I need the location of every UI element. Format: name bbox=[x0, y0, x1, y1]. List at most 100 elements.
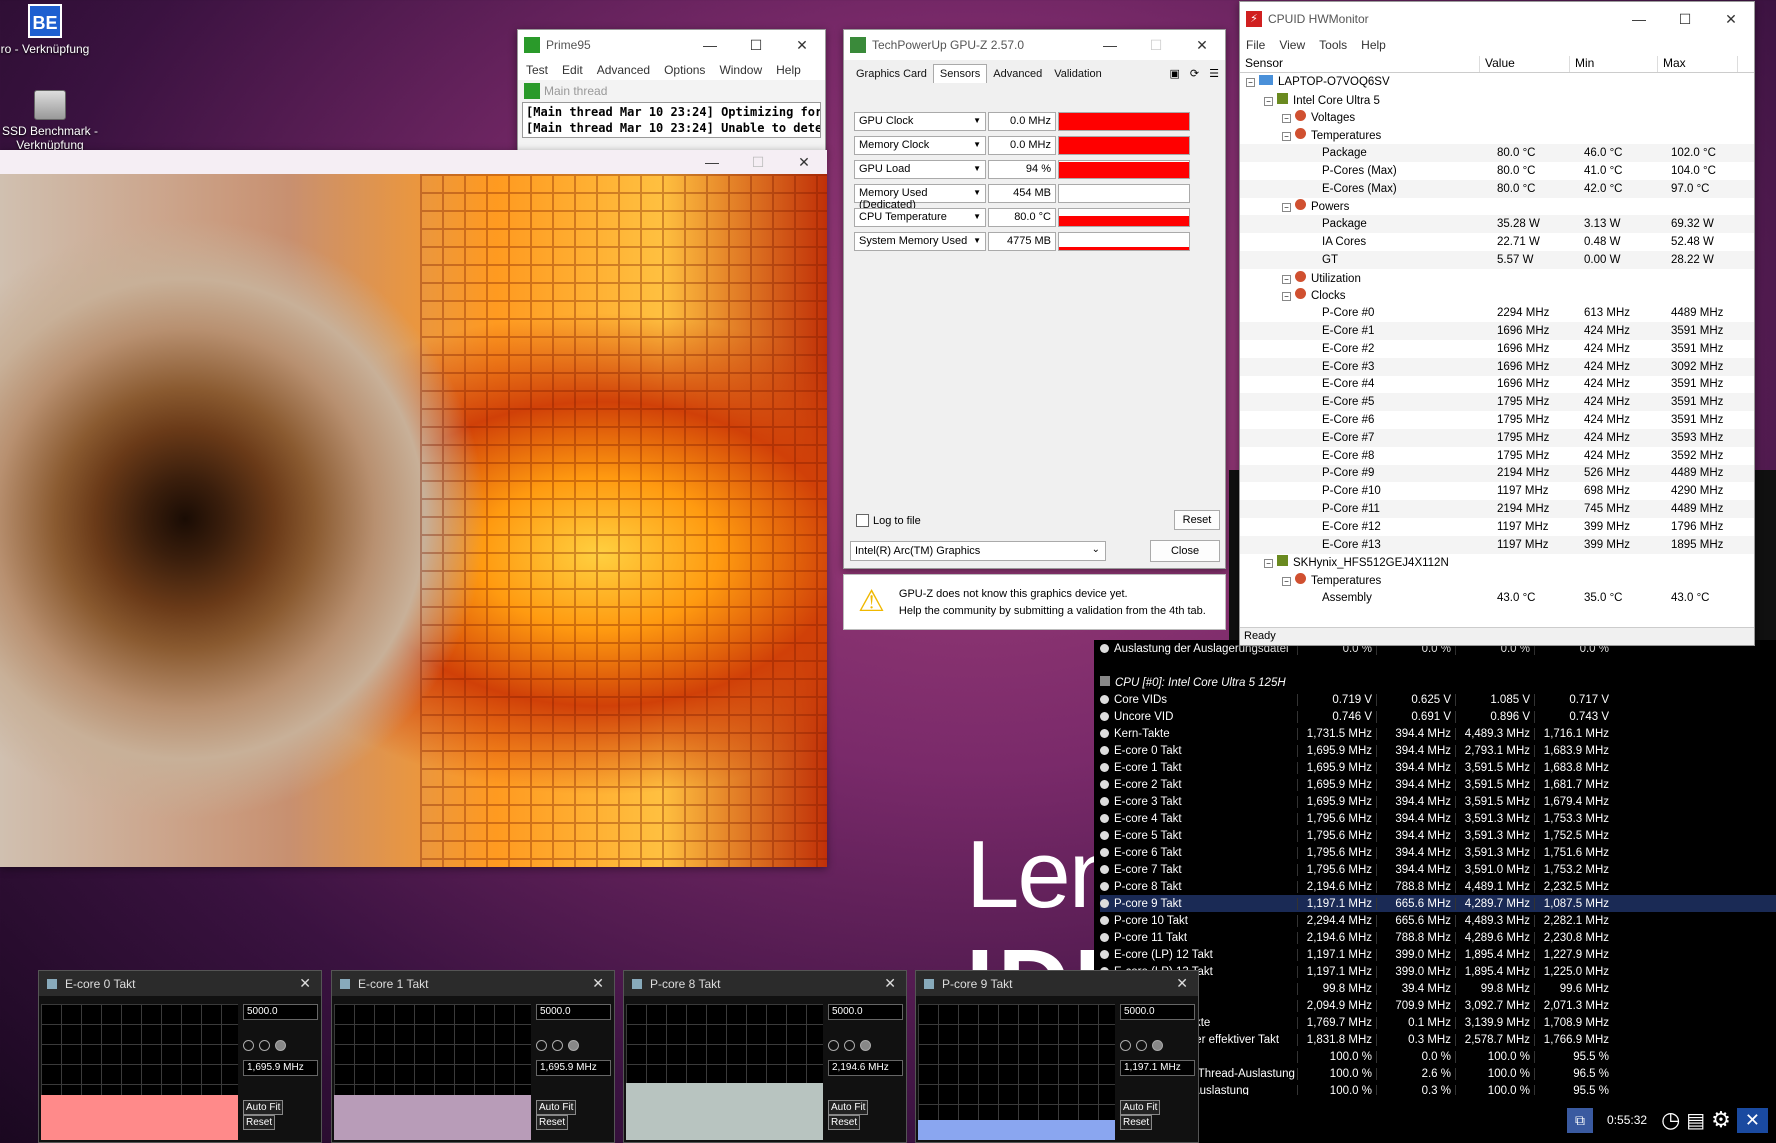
prime95-titlebar[interactable]: Prime95 — ☐ ✕ bbox=[518, 30, 825, 60]
radio-icon[interactable] bbox=[259, 1040, 270, 1051]
sensor-row[interactable]: P-core 10 Takt 2,294.4 MHz 665.6 MHz 4,489.… bbox=[1100, 912, 1776, 929]
sensor-name-select[interactable]: GPU Load bbox=[854, 160, 986, 179]
close-icon[interactable]: ✕ bbox=[884, 975, 896, 992]
tree-row[interactable]: IA Cores 22.71 W 0.48 W 52.48 W bbox=[1240, 233, 1754, 251]
tree-row[interactable]: E-Core #6 1795 MHz 424 MHz 3591 MHz bbox=[1240, 411, 1754, 429]
sensor-row[interactable]: E-core 7 Takt 1,795.6 MHz 394.4 MHz 3,591.0… bbox=[1100, 861, 1776, 878]
sensor-row[interactable]: Maximale CPU-/Thread-Auslastung 100.0 % 2.… bbox=[1100, 1065, 1776, 1082]
auto-fit-button[interactable]: Auto Fit bbox=[1120, 1100, 1161, 1115]
reset-button[interactable]: Reset bbox=[536, 1115, 569, 1130]
graph-titlebar[interactable]: E-core 0 Takt ✕ bbox=[39, 971, 321, 996]
minimize-icon[interactable]: — bbox=[689, 154, 735, 170]
hwmonitor-window[interactable]: ⚡ CPUID HWMonitor — ☐ ✕ File View Tools Hel… bbox=[1239, 1, 1755, 646]
sensor-row[interactable]: E-core 5 Takt 1,795.6 MHz 394.4 MHz 3,591.3… bbox=[1100, 827, 1776, 844]
sensor-row[interactable]: E-core (LP) 13 Takt1,197.1 MHz399.0 MHz1… bbox=[1100, 963, 1776, 980]
tree-row[interactable]: P-Core #9 2194 MHz 526 MHz 4489 MHz bbox=[1240, 464, 1754, 483]
desktop-icon-1[interactable]: BE ro - Verknüpfung bbox=[0, 4, 90, 56]
sensor-row[interactable]: E-core 1 Takt 1,695.9 MHz 394.4 MHz 3,591.5… bbox=[1100, 759, 1776, 776]
tree-row[interactable]: − Temperatures bbox=[1240, 126, 1754, 144]
menu-item-tools[interactable]: Tools bbox=[1319, 38, 1347, 52]
close-icon[interactable]: ✕ bbox=[1708, 11, 1754, 28]
sensor-row[interactable]: E-core 0 Takt 1,695.9 MHz 394.4 MHz 2,793.1… bbox=[1100, 742, 1776, 759]
tree-row[interactable]: E-Core #13 1197 MHz 399 MHz 1895 MHz bbox=[1240, 535, 1754, 554]
tree-row[interactable]: − Voltages bbox=[1240, 109, 1754, 127]
graph-titlebar[interactable]: E-core 1 Takt ✕ bbox=[332, 971, 614, 996]
menu-item-window[interactable]: Window bbox=[719, 63, 762, 77]
sensor-row[interactable]: Kern-Auslastung100.0 %0.0 %100.0 %95.5 % bbox=[1100, 1048, 1776, 1065]
radio-icon[interactable] bbox=[275, 1040, 286, 1051]
expand-icon[interactable]: − bbox=[1264, 96, 1273, 106]
sensor-name-select[interactable]: GPU Clock bbox=[854, 112, 986, 131]
close-button[interactable]: Close bbox=[1150, 540, 1220, 562]
tab-sensors[interactable]: Sensors bbox=[932, 64, 988, 83]
network-icon[interactable]: ⧉ bbox=[1567, 1107, 1594, 1133]
tree-row[interactable]: Package 80.0 °C 46.0 °C 102.0 °C bbox=[1240, 144, 1754, 162]
auto-fit-button[interactable]: Auto Fit bbox=[243, 1100, 284, 1115]
minimize-icon[interactable]: — bbox=[1616, 11, 1662, 27]
auto-fit-button[interactable]: Auto Fit bbox=[536, 1100, 577, 1115]
tree-row[interactable]: Assembly 43.0 °C 35.0 °C 43.0 °C bbox=[1240, 589, 1754, 607]
sensor-name-select[interactable]: Memory Used (Dedicated) bbox=[854, 184, 986, 211]
sensor-row[interactable]: Bustakt99.8 MHz39.4 MHz99.8 MHz99.6 MHz bbox=[1100, 980, 1776, 997]
sensor-row[interactable]: P-core 8 Takt 2,194.6 MHz 788.8 MHz 4,489.1… bbox=[1100, 878, 1776, 895]
radio-icon[interactable] bbox=[568, 1040, 579, 1051]
tree-row[interactable]: − Intel Core Ultra 5 bbox=[1240, 91, 1754, 109]
settings-icon[interactable]: ⚙ bbox=[1711, 1107, 1731, 1133]
menu-item-edit[interactable]: Edit bbox=[562, 63, 583, 77]
tree-row[interactable]: E-Core #1 1696 MHz 424 MHz 3591 MHz bbox=[1240, 322, 1754, 340]
minimize-icon[interactable]: — bbox=[1087, 37, 1133, 53]
menu-item-advanced[interactable]: Advanced bbox=[597, 63, 650, 77]
render-window[interactable]: — ☐ ✕ bbox=[0, 150, 827, 867]
desktop-icon-2[interactable]: SSD Benchmark - Verknüpfung bbox=[0, 90, 100, 152]
close-icon[interactable]: ✕ bbox=[779, 37, 825, 54]
reset-button[interactable]: Reset bbox=[828, 1115, 861, 1130]
col-value[interactable]: Value bbox=[1480, 56, 1570, 72]
close-icon[interactable]: ✕ bbox=[299, 975, 311, 992]
expand-icon[interactable]: − bbox=[1282, 274, 1291, 284]
sensor-name-select[interactable]: Memory Clock bbox=[854, 136, 986, 155]
expand-icon[interactable]: − bbox=[1282, 132, 1291, 142]
maximize-icon[interactable]: ☐ bbox=[1662, 11, 1708, 28]
sensor-row[interactable]: Ring/LLC Takt2,094.9 MHz709.9 MHz3,092.7… bbox=[1100, 997, 1776, 1014]
radio-icon[interactable] bbox=[1136, 1040, 1147, 1051]
tree-row[interactable]: P-Core #0 2294 MHz 613 MHz 4489 MHz bbox=[1240, 304, 1754, 322]
col-sensor[interactable]: Sensor bbox=[1240, 56, 1480, 72]
radio-icon[interactable] bbox=[1152, 1040, 1163, 1051]
log-checkbox[interactable] bbox=[856, 514, 869, 527]
sensor-row[interactable]: E-core 6 Takt 1,795.6 MHz 394.4 MHz 3,591.3… bbox=[1100, 844, 1776, 861]
menu-item-options[interactable]: Options bbox=[664, 63, 705, 77]
close-icon[interactable]: ✕ bbox=[1736, 1107, 1768, 1133]
tree-row[interactable]: E-Core #12 1197 MHz 399 MHz 1796 MHz bbox=[1240, 518, 1754, 536]
report-icon[interactable]: ▤ bbox=[1686, 1108, 1705, 1133]
sensor-row[interactable]: E-core 3 Takt 1,695.9 MHz 394.4 MHz 3,591.5… bbox=[1100, 793, 1776, 810]
tree-row[interactable]: E-Core #3 1696 MHz 424 MHz 3092 MHz bbox=[1240, 357, 1754, 376]
radio-icon[interactable] bbox=[844, 1040, 855, 1051]
menu-item-view[interactable]: View bbox=[1279, 38, 1305, 52]
render-titlebar[interactable]: — ☐ ✕ bbox=[0, 150, 827, 174]
tree-row[interactable]: E-Cores (Max) 80.0 °C 42.0 °C 97.0 °C bbox=[1240, 179, 1754, 198]
expand-icon[interactable]: − bbox=[1282, 292, 1291, 302]
expand-icon[interactable]: − bbox=[1264, 559, 1273, 569]
sensor-name-select[interactable]: System Memory Used bbox=[854, 232, 986, 251]
radio-icon[interactable] bbox=[828, 1040, 839, 1051]
tree-row[interactable]: P-Core #10 1197 MHz 698 MHz 4290 MHz bbox=[1240, 482, 1754, 500]
camera-icon[interactable]: ▣ bbox=[1170, 67, 1180, 80]
radio-icon[interactable] bbox=[243, 1040, 254, 1051]
col-min[interactable]: Min bbox=[1570, 56, 1658, 72]
tree-row[interactable]: E-Core #5 1795 MHz 424 MHz 3591 MHz bbox=[1240, 393, 1754, 412]
close-icon[interactable]: ✕ bbox=[1179, 37, 1225, 54]
menu-item-test[interactable]: Test bbox=[526, 63, 548, 77]
radio-icon[interactable] bbox=[536, 1040, 547, 1051]
tree-row[interactable]: − SKHynix_HFS512GEJ4X112N bbox=[1240, 554, 1754, 572]
tree-row[interactable]: E-Core #2 1696 MHz 424 MHz 3591 MHz bbox=[1240, 340, 1754, 358]
tab-validation[interactable]: Validation bbox=[1048, 65, 1108, 83]
close-icon[interactable]: ✕ bbox=[781, 154, 827, 171]
tree-row[interactable]: E-Core #4 1696 MHz 424 MHz 3591 MHz bbox=[1240, 376, 1754, 394]
menu-item-help[interactable]: Help bbox=[1361, 38, 1386, 52]
sensor-row[interactable]: Uncore VID 0.746 V 0.691 V 0.896 V 0.743 V bbox=[1100, 708, 1776, 725]
sensor-row[interactable]: CPU [#0]: Intel Core Ultra 5 125H bbox=[1100, 674, 1776, 691]
tree-row[interactable]: − Utilization bbox=[1240, 269, 1754, 287]
auto-fit-button[interactable]: Auto Fit bbox=[828, 1100, 869, 1115]
device-select[interactable]: Intel(R) Arc(TM) Graphics ⌄ bbox=[850, 541, 1106, 561]
sensor-row[interactable]: Effektive Kerntakte1,769.7 MHz0.1 MHz3,1… bbox=[1100, 1014, 1776, 1031]
